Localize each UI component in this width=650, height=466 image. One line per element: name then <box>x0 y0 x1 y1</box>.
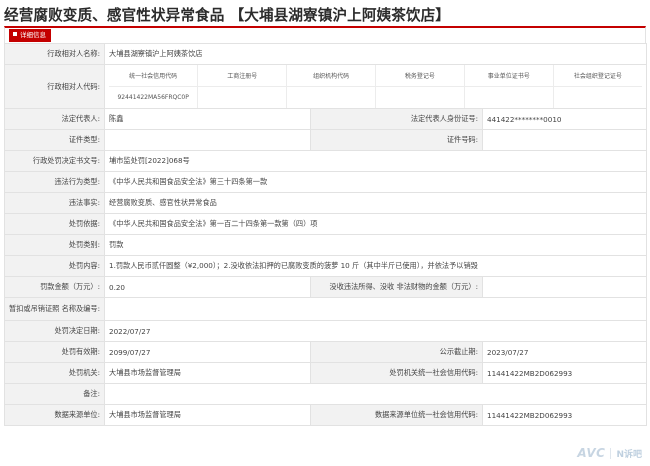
field-value: 2023/07/27 <box>481 341 648 363</box>
tab-square-icon <box>13 32 17 36</box>
field-label: 处罚机关统一社会信用代码: <box>310 362 483 384</box>
code-value <box>197 86 288 108</box>
code-value <box>464 86 554 108</box>
table-row: 处罚机关: 大埔县市场监督管理局 处罚机关统一社会信用代码: 11441422M… <box>4 362 648 384</box>
watermark-sub: N诉吧 <box>616 449 642 460</box>
field-value: 1.罚款人民币贰仟圆整（¥2,000）；2.没收依法扣押的已腐败变质的菠萝 10… <box>103 255 648 277</box>
table-row: 处罚内容: 1.罚款人民币贰仟圆整（¥2,000）；2.没收依法扣押的已腐败变质… <box>4 255 648 277</box>
field-label: 法定代表人: <box>4 108 105 130</box>
field-label: 公示截止期: <box>310 341 483 363</box>
field-label: 备注: <box>4 383 105 405</box>
field-label: 罚款金额（万元）: <box>4 276 105 298</box>
field-value: 埔市监处罚[2022]068号 <box>103 150 648 172</box>
field-label: 行政相对人名称: <box>4 43 105 65</box>
code-header: 税务登记号 <box>375 65 465 87</box>
field-label: 数据来源单位: <box>4 404 105 426</box>
code-header: 社会组织登记证号 <box>553 65 643 87</box>
table-row: 处罚有效期: 2099/07/27 公示截止期: 2023/07/27 <box>4 341 648 363</box>
field-value: 大埔县市场监督管理局 <box>104 404 311 426</box>
table-row: 处罚类别: 罚款 <box>4 234 648 256</box>
watermark-divider <box>610 447 612 459</box>
field-value: 罚款 <box>103 234 648 256</box>
code-header: 统一社会信用代码 <box>109 65 199 87</box>
field-label: 违法行为类型: <box>4 171 105 193</box>
table-row: 行政相对人名称: 大埔县湖寮镇沪上阿姨茶饮店 <box>4 43 648 65</box>
code-header: 组织机构代码 <box>286 65 376 87</box>
table-row: 证件类型: 证件号码: <box>4 129 648 151</box>
field-value: 11441422MB2D062993 <box>481 404 648 426</box>
table-row: 数据来源单位: 大埔县市场监督管理局 数据来源单位统一社会信用代码: 11441… <box>4 404 648 426</box>
watermark-brand: AVC <box>577 446 606 460</box>
field-value: 441422********0010 <box>481 108 648 130</box>
field-value <box>481 276 648 298</box>
table-row: 罚款金额（万元）: 0.20 没收违法所得、没收 非法财物的金额（万元）: <box>4 276 648 298</box>
table-row: 法定代表人: 陈鑫 法定代表人身份证号: 441422********0010 <box>4 108 648 130</box>
field-value: 大埔县湖寮镇沪上阿姨茶饮店 <box>103 43 648 65</box>
tab-details[interactable]: 详细信息 <box>9 29 51 42</box>
panel-header: 详细信息 <box>4 26 646 43</box>
table-row: 违法行为类型: 《中华人民共和国食品安全法》第三十四条第一款 <box>4 171 648 193</box>
code-header: 工商注册号 <box>197 65 288 87</box>
codes-value-row: 92441422MA56FRQC0P <box>109 86 642 108</box>
field-value <box>104 129 311 151</box>
code-value <box>286 86 376 108</box>
table-row: 备注: <box>4 383 648 405</box>
table-row: 行政处罚决定书文号: 埔市监处罚[2022]068号 <box>4 150 648 172</box>
field-value: 11441422MB2D062993 <box>481 362 648 384</box>
field-value: 2099/07/27 <box>104 341 311 363</box>
field-label: 证件类型: <box>4 129 105 151</box>
codes-table: 统一社会信用代码 工商注册号 组织机构代码 税务登记号 事业单位证书号 社会组织… <box>109 65 643 108</box>
field-label: 法定代表人身份证号: <box>310 108 483 130</box>
table-row: 暂扣或吊销证照 名称及编号: <box>4 297 648 321</box>
field-value: 2022/07/27 <box>103 320 648 342</box>
watermark-logo: AVC N诉吧 <box>577 444 642 462</box>
field-label: 处罚机关: <box>4 362 105 384</box>
detail-table: 行政相对人名称: 大埔县湖寮镇沪上阿姨茶饮店 行政相对人代码: 统一社会信用代码… <box>4 43 648 426</box>
field-label: 没收违法所得、没收 非法财物的金额（万元）: <box>310 276 483 298</box>
table-row: 处罚依据: 《中华人民共和国食品安全法》第一百二十四条第一款第（四）项 <box>4 213 648 235</box>
field-value: 《中华人民共和国食品安全法》第三十四条第一款 <box>103 171 648 193</box>
field-value: 经营腐败变质、感官性状异常食品 <box>103 192 648 214</box>
field-label: 暂扣或吊销证照 名称及编号: <box>4 297 105 321</box>
table-row: 处罚决定日期: 2022/07/27 <box>4 320 648 342</box>
field-label: 处罚依据: <box>4 213 105 235</box>
table-row: 违法事实: 经营腐败变质、感官性状异常食品 <box>4 192 648 214</box>
field-value <box>103 383 648 405</box>
codes-header-row: 统一社会信用代码 工商注册号 组织机构代码 税务登记号 事业单位证书号 社会组织… <box>109 65 643 87</box>
code-header: 事业单位证书号 <box>464 65 554 87</box>
field-value <box>103 297 648 321</box>
code-value <box>375 86 465 108</box>
field-label: 行政处罚决定书文号: <box>4 150 105 172</box>
field-label: 数据来源单位统一社会信用代码: <box>310 404 483 426</box>
field-value: 《中华人民共和国食品安全法》第一百二十四条第一款第（四）项 <box>103 213 648 235</box>
field-label: 证件号码: <box>310 129 483 151</box>
code-value: 92441422MA56FRQC0P <box>109 86 199 108</box>
field-label: 行政相对人代码: <box>4 64 105 109</box>
page-title: 经营腐败变质、感官性状异常食品 【大埔县湖寮镇沪上阿姨茶饮店】 <box>4 7 450 24</box>
field-value: 陈鑫 <box>104 108 311 130</box>
field-label: 处罚有效期: <box>4 341 105 363</box>
field-label: 处罚类别: <box>4 234 105 256</box>
field-label: 处罚决定日期: <box>4 320 105 342</box>
field-value <box>481 129 648 151</box>
field-label: 违法事实: <box>4 192 105 214</box>
codes-cell: 统一社会信用代码 工商注册号 组织机构代码 税务登记号 事业单位证书号 社会组织… <box>103 64 648 109</box>
code-value <box>553 87 642 108</box>
tab-details-label: 详细信息 <box>20 31 46 39</box>
field-value: 大埔县市场监督管理局 <box>104 362 311 384</box>
table-row: 行政相对人代码: 统一社会信用代码 工商注册号 组织机构代码 税务登记号 事业单… <box>4 64 648 109</box>
field-value: 0.20 <box>104 276 311 298</box>
field-label: 处罚内容: <box>4 255 105 277</box>
